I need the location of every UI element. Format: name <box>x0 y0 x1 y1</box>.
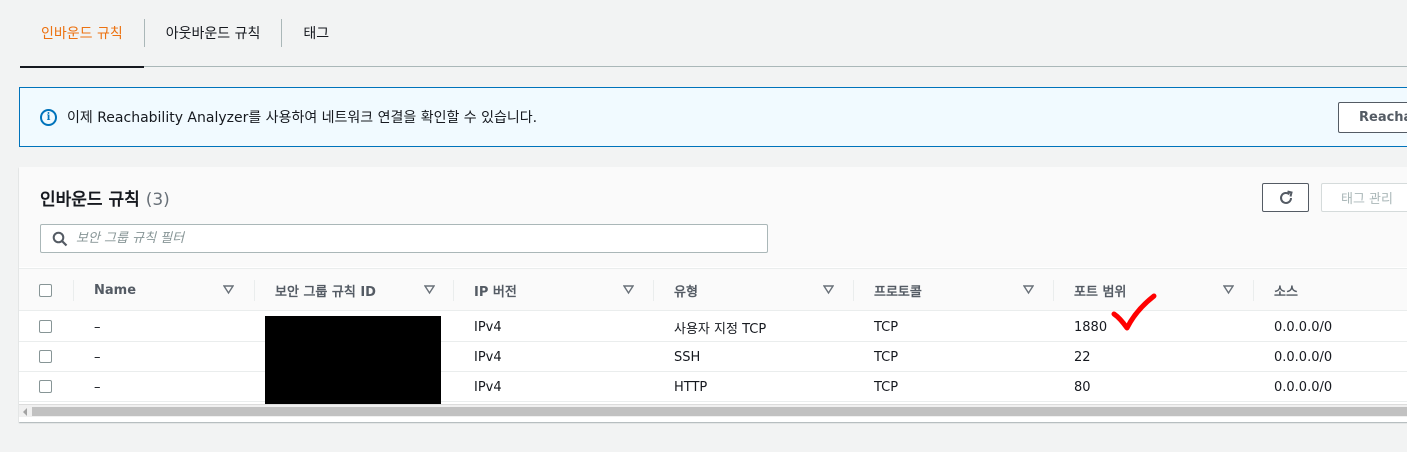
column-source-label: 소스 <box>1274 285 1298 300</box>
column-divider <box>1053 280 1054 301</box>
cell-protocol: TCP <box>874 349 899 365</box>
table-row[interactable]: – IPv4 HTTP TCP 80 0.0.0.0/0 <box>19 372 1407 402</box>
red-check-annotation-icon <box>1111 293 1157 331</box>
cell-type: SSH <box>674 349 701 365</box>
cell-source: 0.0.0.0/0 <box>1274 319 1333 335</box>
rule-count: (3) <box>145 190 170 210</box>
column-rule-id-label: 보안 그룹 규칙 ID <box>275 285 376 300</box>
cell-port-range: 80 <box>1074 379 1091 395</box>
sort-down-icon <box>823 285 834 295</box>
column-type[interactable]: 유형 <box>674 269 834 312</box>
column-protocol-label: 프로토콜 <box>874 285 922 300</box>
sort-down-icon <box>223 285 234 295</box>
refresh-button[interactable] <box>1262 183 1309 212</box>
column-source[interactable]: 소스 <box>1274 269 1394 312</box>
cell-port-range: 1880 <box>1074 319 1108 335</box>
reachability-analyzer-button[interactable]: Reacha <box>1338 102 1407 133</box>
panel-title: 인바운드 규칙 (3) <box>40 185 170 210</box>
row-checkbox[interactable] <box>39 320 52 333</box>
redacted-rule-ids <box>265 316 441 405</box>
cell-source: 0.0.0.0/0 <box>1274 349 1333 365</box>
cell-port-range: 22 <box>1074 349 1091 365</box>
inbound-rules-panel: 인바운드 규칙 (3) 태그 관리 Name 보안 그룹 규칙 ID IP <box>19 167 1407 422</box>
select-all-checkbox[interactable] <box>39 284 52 297</box>
cell-protocol: TCP <box>874 379 899 395</box>
column-protocol[interactable]: 프로토콜 <box>874 269 1034 312</box>
cell-source: 0.0.0.0/0 <box>1274 379 1333 395</box>
sort-down-icon <box>424 285 435 295</box>
column-name[interactable]: Name <box>94 269 234 312</box>
tab-inbound-rules[interactable]: 인바운드 규칙 <box>20 0 144 68</box>
column-divider <box>453 280 454 301</box>
scroll-left-icon[interactable] <box>23 408 27 416</box>
column-ip-version[interactable]: IP 버전 <box>474 269 634 312</box>
row-checkbox[interactable] <box>39 350 52 363</box>
column-divider <box>254 280 255 301</box>
cell-name: – <box>94 319 101 335</box>
tab-bar: 인바운드 규칙 아웃바운드 규칙 태그 <box>20 0 1407 68</box>
filter-input[interactable] <box>76 231 726 246</box>
column-type-label: 유형 <box>674 285 698 300</box>
column-divider <box>653 280 654 301</box>
column-ip-version-label: IP 버전 <box>474 285 517 300</box>
table-header: Name 보안 그룹 규칙 ID IP 버전 유형 프로토콜 포트 범위 소스 <box>19 268 1407 311</box>
column-name-label: Name <box>94 283 137 298</box>
horizontal-scrollbar[interactable] <box>19 404 1407 417</box>
cell-ip-version: IPv4 <box>474 379 502 395</box>
table-row[interactable]: – IPv4 SSH TCP 22 0.0.0.0/0 <box>19 342 1407 372</box>
manage-tags-button[interactable]: 태그 관리 <box>1321 183 1407 212</box>
sort-down-icon <box>1223 285 1234 295</box>
refresh-icon <box>1279 190 1293 204</box>
rule-filter <box>40 224 768 253</box>
column-divider <box>853 280 854 301</box>
tab-outbound-rules[interactable]: 아웃바운드 규칙 <box>145 0 282 67</box>
column-divider <box>1253 280 1254 301</box>
tab-tags[interactable]: 태그 <box>282 0 350 67</box>
cell-name: – <box>94 349 101 365</box>
column-divider <box>73 280 74 301</box>
search-icon <box>52 231 68 246</box>
reachability-info-banner: i 이제 Reachability Analyzer를 사용하여 네트워크 연결… <box>19 87 1407 147</box>
cell-type: 사용자 지정 TCP <box>674 321 767 337</box>
column-rule-id[interactable]: 보안 그룹 규칙 ID <box>275 269 435 312</box>
table-row[interactable]: – IPv4 사용자 지정 TCP TCP 1880 0.0.0.0/0 <box>19 312 1407 342</box>
info-icon: i <box>40 108 57 126</box>
scrollbar-thumb[interactable] <box>32 407 1407 416</box>
row-checkbox[interactable] <box>39 380 52 393</box>
sort-down-icon <box>1023 285 1034 295</box>
cell-ip-version: IPv4 <box>474 349 502 365</box>
cell-name: – <box>94 379 101 395</box>
panel-title-text: 인바운드 규칙 <box>40 190 140 210</box>
cell-type: HTTP <box>674 379 708 395</box>
banner-message: 이제 Reachability Analyzer를 사용하여 네트워크 연결을 … <box>67 110 538 126</box>
cell-protocol: TCP <box>874 319 899 335</box>
sort-down-icon <box>623 285 634 295</box>
cell-ip-version: IPv4 <box>474 319 502 335</box>
